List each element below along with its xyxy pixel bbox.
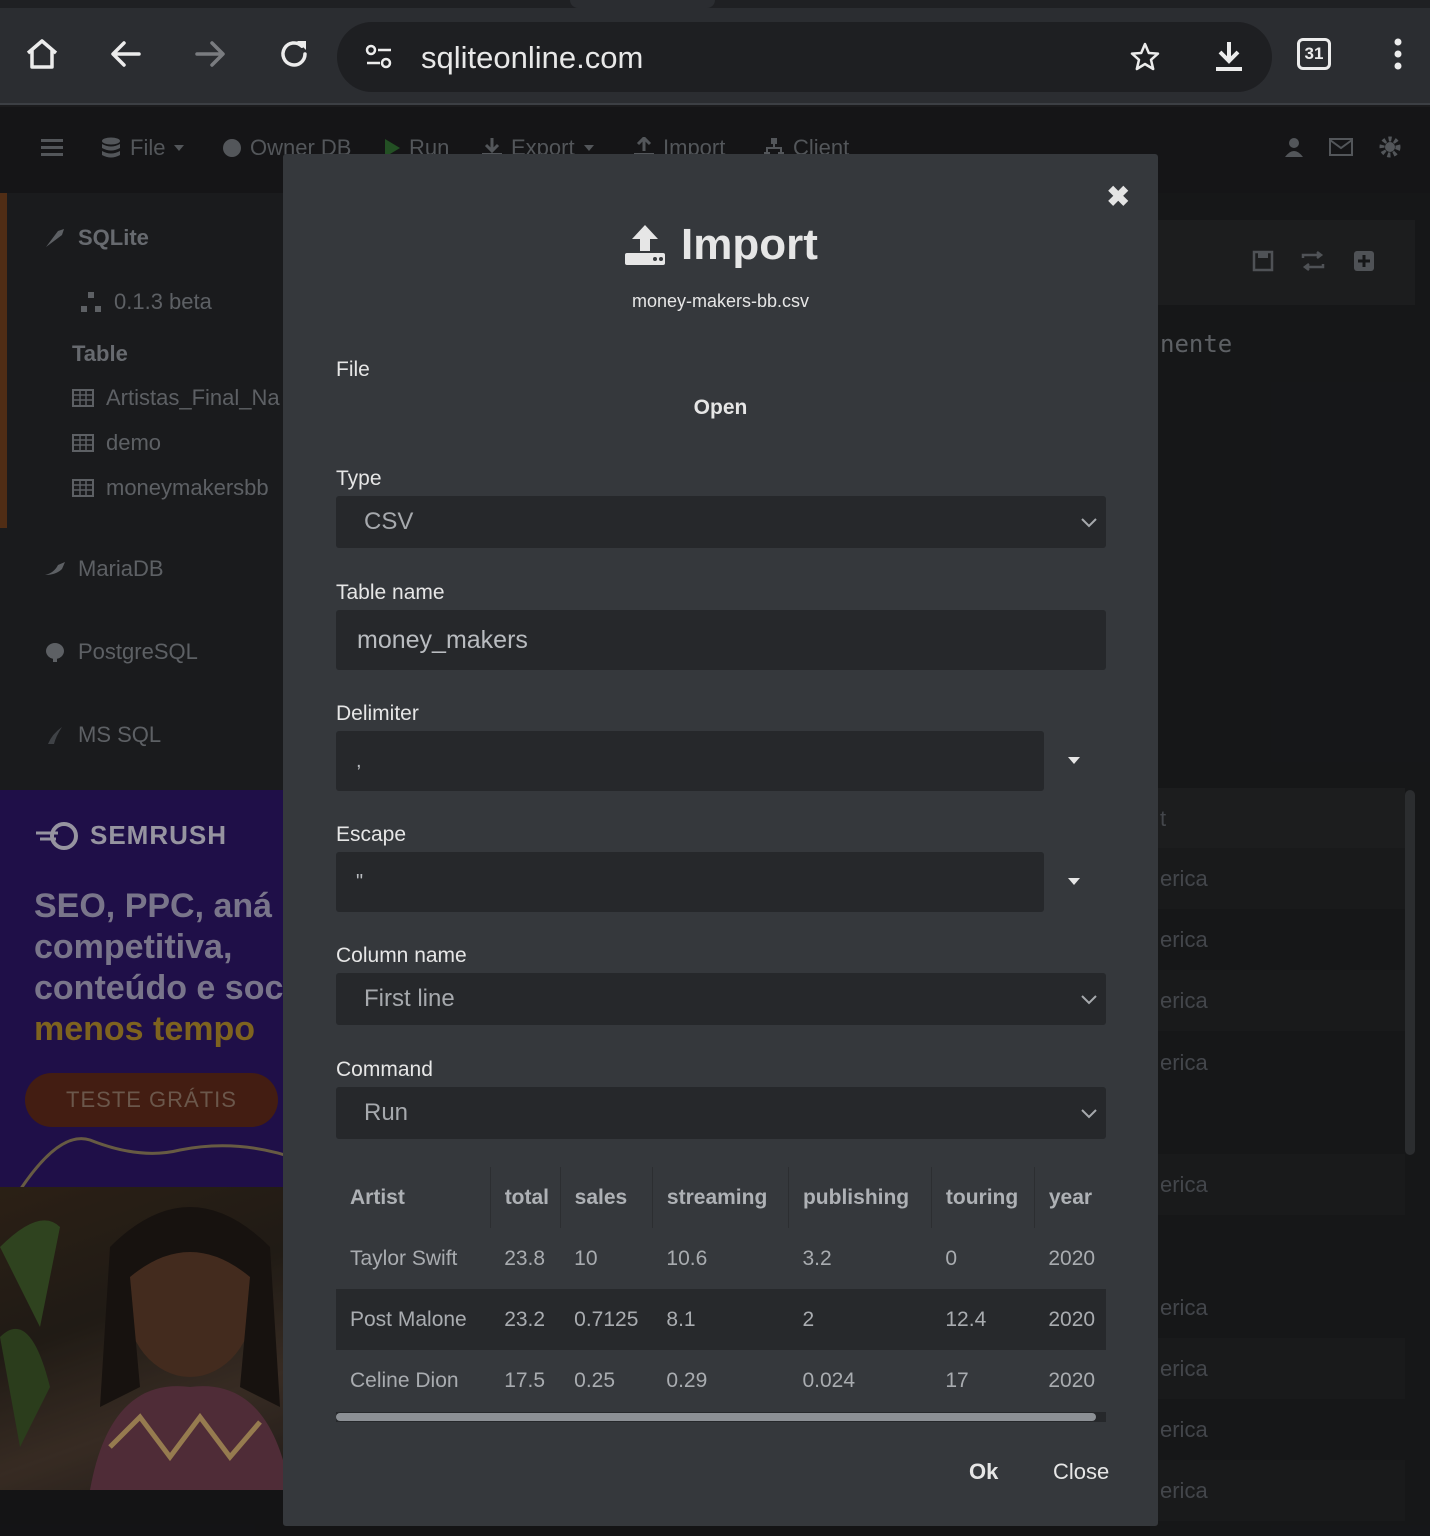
preview-horizontal-scrollbar[interactable]: [336, 1412, 1106, 1422]
upload-icon: [625, 225, 666, 265]
ok-button[interactable]: Ok: [969, 1459, 998, 1485]
delimiter-value: ,: [356, 749, 362, 772]
command-select-value: Run: [364, 1099, 409, 1126]
column-name-select-value: First line: [364, 985, 455, 1012]
type-select-value: CSV: [364, 508, 414, 535]
table-row: Celine Dion 17.5 0.25 0.29 0.024 17 2020: [336, 1350, 1106, 1411]
table-cell: 8.1: [652, 1289, 789, 1350]
preview-header-row: Artist total sales streaming publishing …: [336, 1167, 1106, 1228]
browser-toolbar: sqliteonline.com 31: [0, 8, 1430, 105]
table-cell: Celine Dion: [350, 1368, 459, 1392]
table-cell: 2: [788, 1289, 932, 1350]
tab-strip: [0, 0, 1430, 8]
table-cell: 17: [945, 1368, 969, 1392]
table-cell: 0.25: [574, 1368, 616, 1392]
table-cell: 23.2: [490, 1289, 561, 1350]
dialog-title: Import: [283, 220, 1158, 270]
close-button[interactable]: Close: [1053, 1459, 1109, 1485]
preview-table: Artist total sales streaming publishing …: [336, 1167, 1106, 1411]
column-header: sales: [560, 1167, 653, 1228]
table-cell: Post Malone: [336, 1289, 491, 1350]
table-cell: 0.024: [802, 1368, 856, 1392]
tab-switcher-button[interactable]: 31: [1290, 30, 1338, 78]
delimiter-label: Delimiter: [336, 702, 419, 725]
open-file-button[interactable]: Open: [283, 396, 1158, 420]
column-header: total: [490, 1167, 561, 1228]
site-settings-icon[interactable]: [365, 44, 393, 75]
command-select[interactable]: Run: [336, 1087, 1106, 1139]
type-label: Type: [336, 467, 382, 490]
chevron-down-icon: [1081, 995, 1097, 1005]
import-dialog: ✖ Import money-makers-bb.csv File Open T…: [283, 154, 1158, 1526]
download-icon[interactable]: [1214, 40, 1244, 79]
table-cell: 10: [574, 1246, 598, 1270]
table-name-value: money_makers: [357, 625, 528, 654]
back-icon[interactable]: [102, 30, 150, 78]
scrollbar-thumb[interactable]: [336, 1413, 1096, 1421]
url-text: sqliteonline.com: [421, 40, 644, 75]
dialog-title-text: Import: [681, 220, 818, 269]
delimiter-dropdown-caret-icon[interactable]: [1067, 756, 1081, 766]
more-vert-icon[interactable]: [1374, 30, 1422, 78]
tab-count: 31: [1297, 38, 1331, 70]
home-icon[interactable]: [18, 30, 66, 78]
table-name-input[interactable]: money_makers: [336, 610, 1106, 670]
chevron-down-icon: [1081, 518, 1097, 528]
column-name-select[interactable]: First line: [336, 973, 1106, 1025]
column-header: publishing: [788, 1167, 932, 1228]
column-name-label: Column name: [336, 944, 467, 967]
table-row: Post Malone 23.2 0.7125 8.1 2 12.4 2020: [336, 1289, 1106, 1350]
tab-shape: [570, 0, 715, 8]
table-cell: 23.8: [504, 1246, 546, 1270]
escape-dropdown-caret-icon[interactable]: [1067, 877, 1081, 887]
escape-input[interactable]: ": [336, 852, 1044, 912]
escape-label: Escape: [336, 823, 407, 846]
table-cell: 3.2: [802, 1246, 832, 1270]
escape-value: ": [356, 870, 364, 893]
command-label: Command: [336, 1058, 433, 1081]
table-cell: 0: [945, 1246, 958, 1270]
table-row: Taylor Swift 23.8 10 10.6 3.2 0 2020: [336, 1228, 1106, 1289]
address-bar[interactable]: sqliteonline.com: [337, 22, 1272, 92]
table-cell: 2020: [1048, 1368, 1096, 1392]
close-icon[interactable]: ✖: [1107, 180, 1130, 213]
column-header: streaming: [652, 1167, 789, 1228]
bookmark-star-icon[interactable]: [1129, 41, 1161, 78]
table-name-label: Table name: [336, 581, 445, 604]
file-label: File: [336, 358, 370, 381]
table-cell: 2020: [1048, 1246, 1096, 1270]
column-header: touring: [931, 1167, 1035, 1228]
chevron-down-icon: [1081, 1109, 1097, 1119]
column-header: Artist: [336, 1167, 491, 1228]
table-cell: 0.29: [666, 1368, 708, 1392]
table-cell: 2020: [1034, 1289, 1106, 1350]
table-cell: 17.5: [504, 1368, 546, 1392]
selected-filename: money-makers-bb.csv: [631, 291, 810, 311]
type-select[interactable]: CSV: [336, 496, 1106, 548]
table-cell: 0.7125: [560, 1289, 653, 1350]
forward-icon[interactable]: [186, 30, 234, 78]
table-cell: 10.6: [666, 1246, 708, 1270]
table-cell: 12.4: [931, 1289, 1035, 1350]
column-header: year: [1048, 1185, 1093, 1209]
reload-icon[interactable]: [270, 30, 318, 78]
delimiter-input[interactable]: ,: [336, 731, 1044, 791]
table-cell: Taylor Swift: [350, 1246, 458, 1270]
